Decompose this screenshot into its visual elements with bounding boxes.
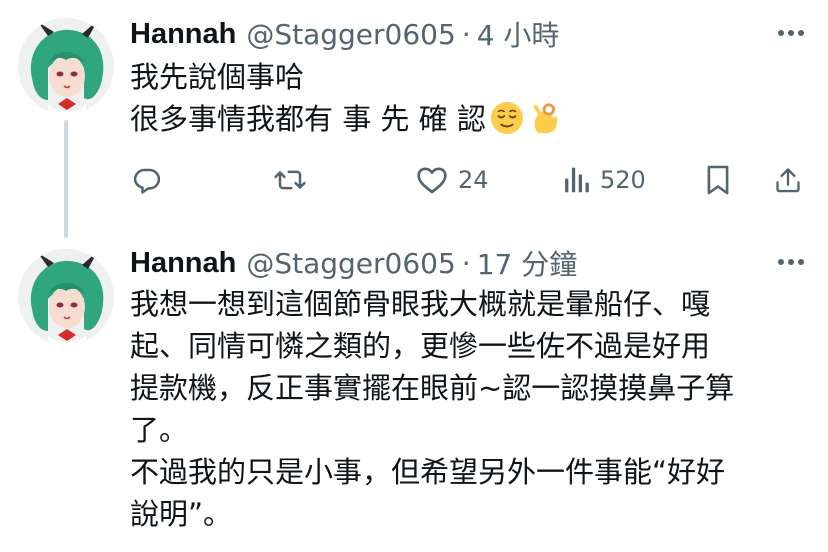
retweet-button[interactable]	[273, 160, 307, 200]
views-button[interactable]: 520	[562, 160, 646, 200]
views-icon	[565, 167, 589, 193]
reply-icon	[133, 168, 161, 194]
tweet-text: 我先說個事哈 很多事情我都有 事 先 確 認	[130, 56, 800, 140]
avatar[interactable]	[18, 18, 114, 114]
tweet-2[interactable]: Hannah @Stagger0605 · 17 分鐘 我想一想到這個節骨眼我大…	[0, 235, 828, 552]
ok-hand-emoji	[533, 103, 558, 134]
share-button[interactable]	[774, 160, 802, 200]
tweet-actions: 24 520	[130, 160, 810, 200]
share-icon	[776, 168, 800, 193]
thread-connector-line	[64, 120, 68, 238]
tweet-text-line: 不過我的只是小事，但希望另外一件事能“好好	[130, 455, 726, 489]
heart-icon	[417, 167, 447, 194]
author-handle[interactable]: @Stagger0605	[246, 18, 455, 51]
tweet-header: Hannah @Stagger0605 · 17 分鐘	[130, 243, 577, 283]
tweet-text-line: 我想一想到這個節骨眼我大概就是暈船仔、嘎	[130, 287, 711, 321]
like-button[interactable]: 24	[416, 160, 489, 200]
bookmark-button[interactable]	[705, 160, 731, 200]
avatar-illustration	[18, 249, 114, 345]
author-name[interactable]: Hannah	[130, 18, 236, 51]
bookmark-icon	[707, 165, 729, 195]
tweet-text-line: 提款機，反正事實擺在眼前~認一認摸摸鼻子算	[130, 371, 735, 405]
tweet-text-line: 了。	[130, 413, 189, 447]
tweet-text-line: 我先說個事哈	[130, 60, 305, 94]
avatar-illustration	[18, 18, 114, 114]
tweet-header: Hannah @Stagger0605 · 4 小時	[130, 14, 559, 54]
more-options-icon[interactable]	[776, 18, 806, 48]
avatar[interactable]	[18, 249, 114, 345]
tweet-timestamp[interactable]: 17 分鐘	[477, 243, 578, 283]
retweet-icon	[274, 170, 306, 190]
views-count: 520	[600, 166, 646, 194]
tweet-text-line: 起、同情可憐之類的，更慘一些佐不過是好用	[130, 329, 711, 363]
reply-button[interactable]	[132, 160, 162, 200]
author-name[interactable]: Hannah	[130, 247, 236, 280]
relieved-face-emoji	[490, 101, 523, 135]
separator-dot: ·	[461, 17, 471, 51]
like-count: 24	[458, 166, 489, 194]
author-handle[interactable]: @Stagger0605	[246, 247, 455, 280]
tweet-timestamp[interactable]: 4 小時	[477, 14, 560, 54]
more-options-icon[interactable]	[776, 247, 806, 277]
tweet-text-line: 說明”。	[130, 497, 233, 531]
tweet-text: 我想一想到這個節骨眼我大概就是暈船仔、嘎 起、同情可憐之類的，更慘一些佐不過是好…	[130, 283, 800, 535]
tweet-1[interactable]: Hannah @Stagger0605 · 4 小時 我先說個事哈 很多事情我都…	[0, 0, 828, 235]
tweet-text-line: 很多事情我都有 事 先 確 認	[130, 98, 800, 140]
separator-dot: ·	[461, 246, 471, 280]
